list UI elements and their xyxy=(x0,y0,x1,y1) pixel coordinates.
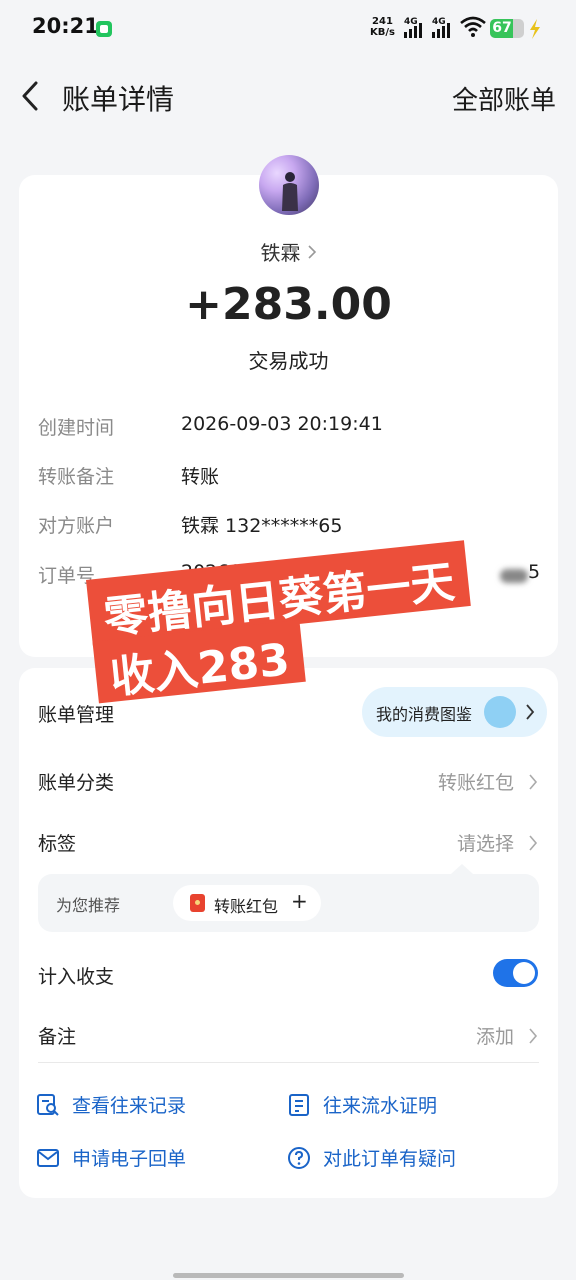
avatar-figure xyxy=(282,172,298,211)
back-icon[interactable] xyxy=(18,80,44,112)
payee-row[interactable]: 铁霖 xyxy=(19,237,558,266)
battery-icon: 67 xyxy=(490,19,524,38)
toggle-knob xyxy=(513,962,535,984)
tag-row[interactable]: 标签 请选择 xyxy=(38,829,538,859)
note-value: 添加 xyxy=(475,1026,514,1048)
detail-value: 转账 xyxy=(181,466,220,488)
include-in-budget-row: 计入收支 xyxy=(38,959,538,992)
divider xyxy=(38,1062,539,1063)
transaction-status: 交易成功 xyxy=(248,349,329,373)
suggested-tag-chip[interactable]: 转账红包 + xyxy=(173,885,321,921)
note-label: 备注 xyxy=(38,1026,77,1048)
payee-name: 铁霖 xyxy=(260,241,301,265)
view-records-label: 查看往来记录 xyxy=(72,1095,187,1117)
consumption-album-button[interactable]: 我的消费图鉴 xyxy=(362,687,547,737)
include-in-budget-toggle[interactable] xyxy=(493,959,538,987)
note-row[interactable]: 备注 添加 xyxy=(38,1022,538,1052)
tag-value: 请选择 xyxy=(456,833,514,855)
suggestion-label: 为您推荐 xyxy=(56,896,121,915)
plus-icon: + xyxy=(291,889,308,913)
red-envelope-icon xyxy=(190,894,205,912)
bill-category-value: 转账红包 xyxy=(437,772,514,794)
chevron-right-icon xyxy=(307,245,316,259)
detail-label: 对方账户 xyxy=(38,515,115,537)
status-bar: 20:21 241 KB/s 4G 4G 67 xyxy=(0,0,576,60)
chevron-right-icon xyxy=(529,774,538,790)
network-speed: 241 KB/s xyxy=(370,16,395,38)
statement-icon xyxy=(289,1094,309,1116)
question-icon xyxy=(288,1147,310,1169)
transaction-amount: +283.00 xyxy=(185,279,392,330)
detail-label: 创建时间 xyxy=(38,417,115,439)
mascot-icon xyxy=(484,696,516,728)
detail-value: 铁霖 132******65 xyxy=(181,515,343,537)
bill-category-label: 账单分类 xyxy=(38,772,115,794)
home-indicator[interactable] xyxy=(173,1273,404,1278)
bill-category-row[interactable]: 账单分类 转账红包 xyxy=(38,768,538,798)
page-title: 账单详情 xyxy=(62,83,175,116)
status-time: 20:21 xyxy=(32,14,99,38)
navigation-bar: 账单详情 全部账单 xyxy=(0,66,576,126)
bill-management-title: 账单管理 xyxy=(38,704,115,726)
include-in-budget-label: 计入收支 xyxy=(38,966,115,988)
charging-bolt-icon xyxy=(530,19,540,39)
order-number-tail: 5 xyxy=(528,561,541,583)
chevron-right-icon xyxy=(529,835,538,851)
all-bills-link[interactable]: 全部账单 xyxy=(452,80,556,117)
signal-sim2-icon: 4G xyxy=(432,17,460,38)
battery-level: 67 xyxy=(492,20,512,36)
detail-value: 2026-09-03 20:19:41 xyxy=(181,413,383,435)
suggested-tag-label: 转账红包 xyxy=(214,897,279,916)
avatar[interactable] xyxy=(259,155,319,215)
records-search-icon xyxy=(37,1094,59,1116)
chevron-right-icon xyxy=(526,704,535,720)
wifi-icon xyxy=(460,16,486,37)
tag-label: 标签 xyxy=(38,833,77,855)
statement-proof-label: 往来流水证明 xyxy=(323,1095,438,1117)
tag-suggestion-box: 为您推荐 转账红包 + xyxy=(38,864,539,932)
order-question-label: 对此订单有疑问 xyxy=(323,1148,457,1170)
redacted-blur xyxy=(500,569,528,583)
mail-icon xyxy=(37,1149,59,1167)
notification-app-icon xyxy=(96,21,112,37)
signal-sim1-icon: 4G xyxy=(404,17,432,38)
consumption-album-label: 我的消费图鉴 xyxy=(376,705,473,724)
network-speed-value: 241 xyxy=(372,16,393,27)
detail-label: 转账备注 xyxy=(38,466,115,488)
bill-management-card: 账单管理 我的消费图鉴 账单分类 转账红包 标签 请选择 为您推荐 转账红包 +… xyxy=(19,668,558,1198)
network-speed-unit: KB/s xyxy=(370,27,395,38)
e-receipt-label: 申请电子回单 xyxy=(72,1148,187,1170)
chevron-right-icon xyxy=(529,1028,538,1044)
